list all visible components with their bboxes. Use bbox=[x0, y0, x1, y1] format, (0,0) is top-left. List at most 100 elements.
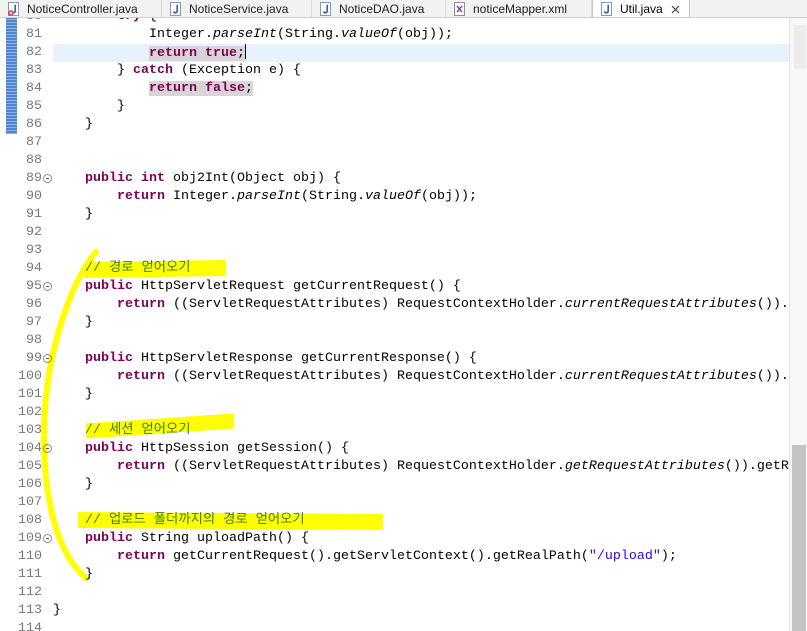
code-text-area[interactable]: } bbox=[53, 602, 789, 620]
line-number[interactable]: 92 bbox=[18, 224, 43, 242]
code-line[interactable]: 80 try { bbox=[0, 18, 789, 26]
code-line[interactable]: 93 bbox=[0, 242, 789, 260]
code-text-area[interactable] bbox=[53, 494, 789, 512]
scrollbar-thumb[interactable] bbox=[792, 445, 806, 631]
line-number[interactable]: 112 bbox=[18, 584, 43, 602]
code-line[interactable]: 101 } bbox=[0, 386, 789, 404]
collapse-icon[interactable] bbox=[43, 170, 53, 188]
code-text-area[interactable]: } bbox=[53, 566, 789, 584]
line-number[interactable]: 84 bbox=[18, 80, 43, 98]
code-text-area[interactable]: return getCurrentRequest().getServletCon… bbox=[53, 548, 789, 566]
code-text-area[interactable]: // 세션 얻어오기 bbox=[53, 422, 789, 440]
code-text-area[interactable]: // 업로드 폴더까지의 경로 얻어오기 bbox=[53, 512, 789, 530]
code-line[interactable]: 97 } bbox=[0, 314, 789, 332]
tab-notice-dao[interactable]: NoticeDAO.java bbox=[312, 0, 446, 17]
line-number[interactable]: 113 bbox=[18, 602, 43, 620]
code-text-area[interactable] bbox=[53, 584, 789, 602]
code-line[interactable]: 90 return Integer.parseInt(String.valueO… bbox=[0, 188, 789, 206]
line-number[interactable]: 107 bbox=[18, 494, 43, 512]
vertical-scrollbar[interactable] bbox=[789, 18, 807, 631]
code-text-area[interactable]: public HttpSession getSession() { bbox=[53, 440, 789, 458]
code-line[interactable]: 111 } bbox=[0, 566, 789, 584]
code-line[interactable]: 112 bbox=[0, 584, 789, 602]
line-number[interactable]: 81 bbox=[18, 26, 43, 44]
code-text-area[interactable]: return Integer.parseInt(String.valueOf(o… bbox=[53, 188, 789, 206]
line-number[interactable]: 88 bbox=[18, 152, 43, 170]
code-text-area[interactable]: try { bbox=[53, 18, 789, 26]
line-number[interactable]: 102 bbox=[18, 404, 43, 422]
close-icon[interactable] bbox=[671, 5, 680, 14]
line-number[interactable]: 85 bbox=[18, 98, 43, 116]
line-number[interactable]: 101 bbox=[18, 386, 43, 404]
code-line[interactable]: 104 public HttpSession getSession() { bbox=[0, 440, 789, 458]
code-text-area[interactable]: } bbox=[53, 206, 789, 224]
code-line[interactable]: 87 bbox=[0, 134, 789, 152]
collapse-icon[interactable] bbox=[43, 530, 53, 548]
code-line[interactable]: 109 public String uploadPath() { bbox=[0, 530, 789, 548]
code-text-area[interactable] bbox=[53, 620, 789, 631]
line-number[interactable]: 90 bbox=[18, 188, 43, 206]
code-line[interactable]: 107 bbox=[0, 494, 789, 512]
code-line[interactable]: 98 bbox=[0, 332, 789, 350]
code-text-area[interactable]: public HttpServletRequest getCurrentRequ… bbox=[53, 278, 789, 296]
code-line[interactable]: 105 return ((ServletRequestAttributes) R… bbox=[0, 458, 789, 476]
code-line[interactable]: 108 // 업로드 폴더까지의 경로 얻어오기 bbox=[0, 512, 789, 530]
code-line[interactable]: 83 } catch (Exception e) { bbox=[0, 62, 789, 80]
code-line[interactable]: 94 // 경로 얻어오기 bbox=[0, 260, 789, 278]
line-number[interactable]: 82 bbox=[18, 44, 43, 62]
collapse-icon[interactable] bbox=[43, 278, 53, 296]
tab-notice-mapper[interactable]: noticeMapper.xml bbox=[446, 0, 592, 17]
code-line[interactable]: 95 public HttpServletRequest getCurrentR… bbox=[0, 278, 789, 296]
tab-notice-service[interactable]: NoticeService.java bbox=[162, 0, 312, 17]
code-text-area[interactable]: // 경로 얻어오기 bbox=[53, 260, 789, 278]
code-text-area[interactable]: return ((ServletRequestAttributes) Reque… bbox=[53, 368, 789, 386]
code-text-area[interactable]: public HttpServletResponse getCurrentRes… bbox=[53, 350, 789, 368]
collapse-icon[interactable] bbox=[43, 440, 53, 458]
line-number[interactable]: 106 bbox=[18, 476, 43, 494]
line-number[interactable]: 97 bbox=[18, 314, 43, 332]
code-text-area[interactable] bbox=[53, 134, 789, 152]
line-number[interactable]: 80 bbox=[18, 18, 43, 26]
code-line[interactable]: 88 bbox=[0, 152, 789, 170]
code-text-area[interactable]: } bbox=[53, 386, 789, 404]
code-line[interactable]: 99 public HttpServletResponse getCurrent… bbox=[0, 350, 789, 368]
code-line[interactable]: 114 bbox=[0, 620, 789, 631]
line-number[interactable]: 95 bbox=[18, 278, 43, 296]
code-text-area[interactable] bbox=[53, 224, 789, 242]
line-number[interactable]: 94 bbox=[18, 260, 43, 278]
code-line[interactable]: 113} bbox=[0, 602, 789, 620]
code-line[interactable]: 100 return ((ServletRequestAttributes) R… bbox=[0, 368, 789, 386]
code-line[interactable]: 86 } bbox=[0, 116, 789, 134]
tab-notice-controller[interactable]: NoticeController.java bbox=[0, 0, 162, 17]
line-number[interactable]: 98 bbox=[18, 332, 43, 350]
code-text-area[interactable]: return false; bbox=[53, 80, 789, 98]
line-number[interactable]: 83 bbox=[18, 62, 43, 80]
code-line[interactable]: 81 Integer.parseInt(String.valueOf(obj))… bbox=[0, 26, 789, 44]
code-line[interactable]: 89 public int obj2Int(Object obj) { bbox=[0, 170, 789, 188]
line-number[interactable]: 111 bbox=[18, 566, 43, 584]
code-text-area[interactable]: } bbox=[53, 98, 789, 116]
code-line[interactable]: 96 return ((ServletRequestAttributes) Re… bbox=[0, 296, 789, 314]
line-number[interactable]: 91 bbox=[18, 206, 43, 224]
code-text-area[interactable]: } catch (Exception e) { bbox=[53, 62, 789, 80]
code-text-area[interactable]: return ((ServletRequestAttributes) Reque… bbox=[53, 296, 789, 314]
code-text-area[interactable] bbox=[53, 242, 789, 260]
overview-ruler-annotation[interactable] bbox=[794, 25, 806, 69]
line-number[interactable]: 96 bbox=[18, 296, 43, 314]
line-number[interactable]: 87 bbox=[18, 134, 43, 152]
code-text-area[interactable]: } bbox=[53, 314, 789, 332]
tab-util[interactable]: Util.java bbox=[592, 0, 690, 17]
code-text-area[interactable]: public int obj2Int(Object obj) { bbox=[53, 170, 789, 188]
code-text-area[interactable]: } bbox=[53, 116, 789, 134]
code-text-area[interactable] bbox=[53, 332, 789, 350]
line-number[interactable]: 99 bbox=[18, 350, 43, 368]
code-text-area[interactable]: return true; bbox=[53, 44, 789, 62]
line-number[interactable]: 108 bbox=[18, 512, 43, 530]
line-number[interactable]: 105 bbox=[18, 458, 43, 476]
code-line[interactable]: 102 bbox=[0, 404, 789, 422]
code-line[interactable]: 84 return false; bbox=[0, 80, 789, 98]
line-number[interactable]: 104 bbox=[18, 440, 43, 458]
code-line[interactable]: 106 } bbox=[0, 476, 789, 494]
code-line[interactable]: 103 // 세션 얻어오기 bbox=[0, 422, 789, 440]
current-code-line[interactable]: 82 return true; bbox=[0, 44, 789, 62]
